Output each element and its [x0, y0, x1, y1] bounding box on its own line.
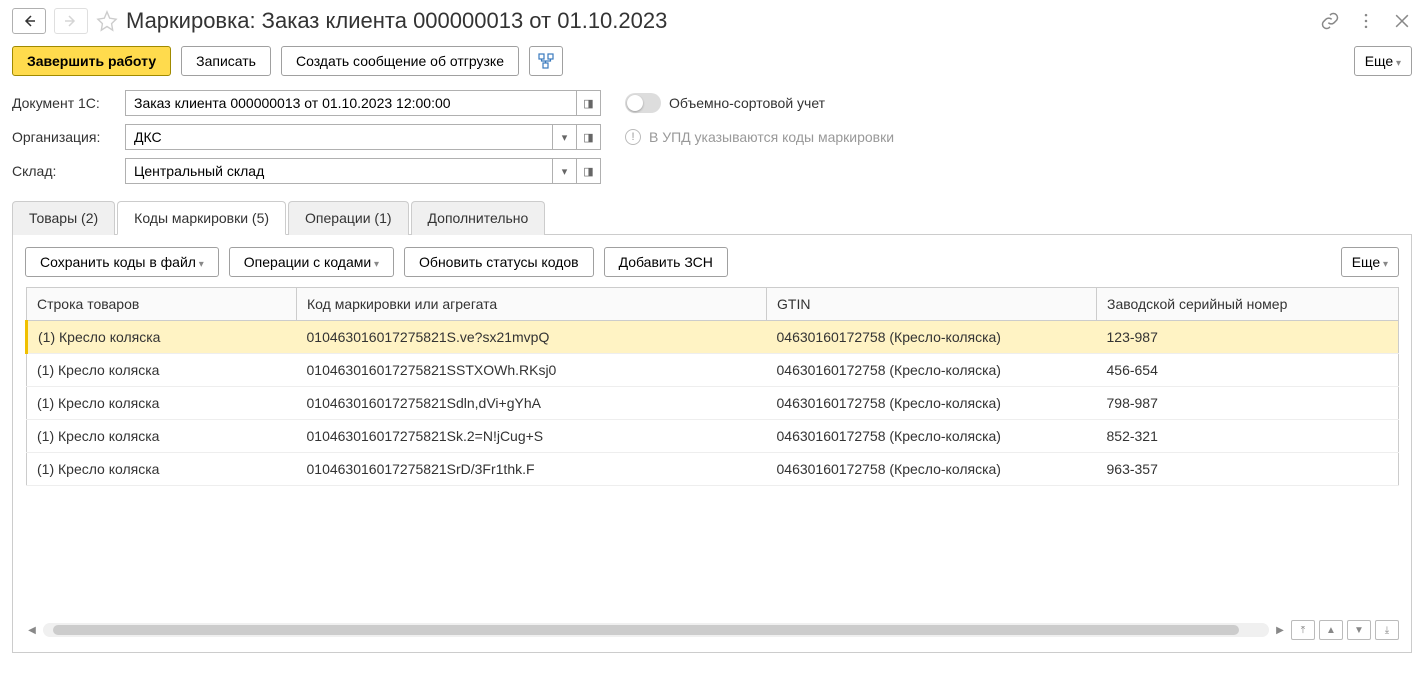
- tab-goods[interactable]: Товары (2): [12, 201, 115, 235]
- organization-input-wrap: ▾ ◨: [125, 124, 601, 150]
- tab-more-button[interactable]: Еще: [1341, 247, 1399, 277]
- osu-toggle-wrap: Объемно-сортовой учет: [625, 93, 825, 113]
- cell-gtin: 04630160172758 (Кресло-коляска): [767, 321, 1097, 354]
- warehouse-dropdown-button[interactable]: ▾: [552, 159, 576, 183]
- warehouse-open-button[interactable]: ◨: [576, 159, 600, 183]
- arrow-right-icon: [64, 14, 78, 28]
- info-icon: !: [625, 129, 641, 145]
- favorite-star-icon[interactable]: [96, 10, 118, 32]
- table-row[interactable]: (1) Кресло коляска010463016017275821Sdln…: [27, 387, 1399, 420]
- create-shipment-button[interactable]: Создать сообщение об отгрузке: [281, 46, 519, 76]
- cell-serial: 456-654: [1097, 354, 1399, 387]
- page-title: Маркировка: Заказ клиента 000000013 от 0…: [126, 8, 1304, 34]
- save-button[interactable]: Записать: [181, 46, 271, 76]
- organization-row: Организация: ▾ ◨ ! В УПД указываются код…: [12, 124, 1412, 150]
- organization-input[interactable]: [126, 125, 552, 149]
- warehouse-label: Склад:: [12, 163, 117, 179]
- cell-serial: 852-321: [1097, 420, 1399, 453]
- table-row[interactable]: (1) Кресло коляска010463016017275821SrD/…: [27, 453, 1399, 486]
- warehouse-input-wrap: ▾ ◨: [125, 158, 601, 184]
- tabs: Товары (2) Коды маркировки (5) Операции …: [12, 200, 1412, 235]
- tab-marking-codes[interactable]: Коды маркировки (5): [117, 201, 286, 235]
- link-icon[interactable]: [1320, 11, 1340, 31]
- cell-code: 010463016017275821SrD/3Fr1thk.F: [297, 453, 767, 486]
- row-up-button[interactable]: ▲: [1319, 620, 1343, 640]
- cell-row: (1) Кресло коляска: [27, 354, 297, 387]
- row-first-button[interactable]: ⤒: [1291, 620, 1315, 640]
- structure-button[interactable]: [529, 46, 563, 76]
- document-row: Документ 1С: ◨ Объемно-сортовой учет: [12, 90, 1412, 116]
- cell-serial: 963-357: [1097, 453, 1399, 486]
- scroll-right-icon[interactable]: ▶: [1273, 625, 1287, 636]
- table-footer-controls: ◀ ▶ ⤒ ▲ ▼ ⤓: [25, 620, 1399, 640]
- organization-label: Организация:: [12, 129, 117, 145]
- table-header-row: Строка товаров Код маркировки или агрега…: [27, 288, 1399, 321]
- tree-icon: [538, 53, 554, 69]
- cell-row: (1) Кресло коляска: [27, 387, 297, 420]
- table-row[interactable]: (1) Кресло коляска010463016017275821Sk.2…: [27, 420, 1399, 453]
- document-open-button[interactable]: ◨: [576, 91, 600, 115]
- table-empty-area: [25, 486, 1399, 616]
- close-icon[interactable]: [1392, 11, 1412, 31]
- table-row[interactable]: (1) Кресло коляска010463016017275821S.ve…: [27, 321, 1399, 354]
- save-codes-button[interactable]: Сохранить коды в файл: [25, 247, 219, 277]
- scroll-left-icon[interactable]: ◀: [25, 625, 39, 636]
- document-input-wrap: ◨: [125, 90, 601, 116]
- tab-toolbar: Сохранить коды в файл Операции с кодами …: [25, 247, 1399, 277]
- col-row[interactable]: Строка товаров: [27, 288, 297, 321]
- info-row: ! В УПД указываются коды маркировки: [625, 129, 894, 145]
- row-down-button[interactable]: ▼: [1347, 620, 1371, 640]
- code-operations-button[interactable]: Операции с кодами: [229, 247, 394, 277]
- tab-operations[interactable]: Операции (1): [288, 201, 409, 235]
- cell-row: (1) Кресло коляска: [27, 453, 297, 486]
- main-toolbar: Завершить работу Записать Создать сообще…: [12, 46, 1412, 76]
- more-vert-icon[interactable]: [1356, 11, 1376, 31]
- update-status-button[interactable]: Обновить статусы кодов: [404, 247, 594, 277]
- cell-row: (1) Кресло коляска: [27, 420, 297, 453]
- osu-toggle[interactable]: [625, 93, 661, 113]
- col-gtin[interactable]: GTIN: [767, 288, 1097, 321]
- nav-back-button[interactable]: [12, 8, 46, 34]
- cell-code: 010463016017275821S.ve?sx21mvpQ: [297, 321, 767, 354]
- cell-gtin: 04630160172758 (Кресло-коляска): [767, 453, 1097, 486]
- tab-additional[interactable]: Дополнительно: [411, 201, 546, 235]
- cell-code: 010463016017275821Sdln,dVi+gYhA: [297, 387, 767, 420]
- organization-open-button[interactable]: ◨: [576, 125, 600, 149]
- col-code[interactable]: Код маркировки или агрегата: [297, 288, 767, 321]
- cell-serial: 798-987: [1097, 387, 1399, 420]
- col-serial[interactable]: Заводской серийный номер: [1097, 288, 1399, 321]
- warehouse-input[interactable]: [126, 159, 552, 183]
- organization-dropdown-button[interactable]: ▾: [552, 125, 576, 149]
- info-text: В УПД указываются коды маркировки: [649, 129, 894, 145]
- cell-gtin: 04630160172758 (Кресло-коляска): [767, 387, 1097, 420]
- horizontal-scrollbar[interactable]: [43, 623, 1269, 637]
- add-zsn-button[interactable]: Добавить ЗСН: [604, 247, 728, 277]
- arrow-left-icon: [22, 14, 36, 28]
- cell-gtin: 04630160172758 (Кресло-коляска): [767, 354, 1097, 387]
- cell-row: (1) Кресло коляска: [27, 321, 297, 354]
- cell-serial: 123-987: [1097, 321, 1399, 354]
- cell-code: 010463016017275821Sk.2=N!jCug+S: [297, 420, 767, 453]
- nav-forward-button: [54, 8, 88, 34]
- osu-label: Объемно-сортовой учет: [669, 95, 825, 111]
- codes-table: Строка товаров Код маркировки или агрега…: [25, 287, 1399, 486]
- tab-content: Сохранить коды в файл Операции с кодами …: [12, 235, 1412, 653]
- cell-gtin: 04630160172758 (Кресло-коляска): [767, 420, 1097, 453]
- warehouse-row: Склад: ▾ ◨: [12, 158, 1412, 184]
- finish-work-button[interactable]: Завершить работу: [12, 46, 171, 76]
- document-input[interactable]: [126, 91, 576, 115]
- table-row[interactable]: (1) Кресло коляска010463016017275821SSTX…: [27, 354, 1399, 387]
- document-label: Документ 1С:: [12, 95, 117, 111]
- row-last-button[interactable]: ⤓: [1375, 620, 1399, 640]
- cell-code: 010463016017275821SSTXOWh.RKsj0: [297, 354, 767, 387]
- header-bar: Маркировка: Заказ клиента 000000013 от 0…: [12, 8, 1412, 34]
- more-button[interactable]: Еще: [1354, 46, 1412, 76]
